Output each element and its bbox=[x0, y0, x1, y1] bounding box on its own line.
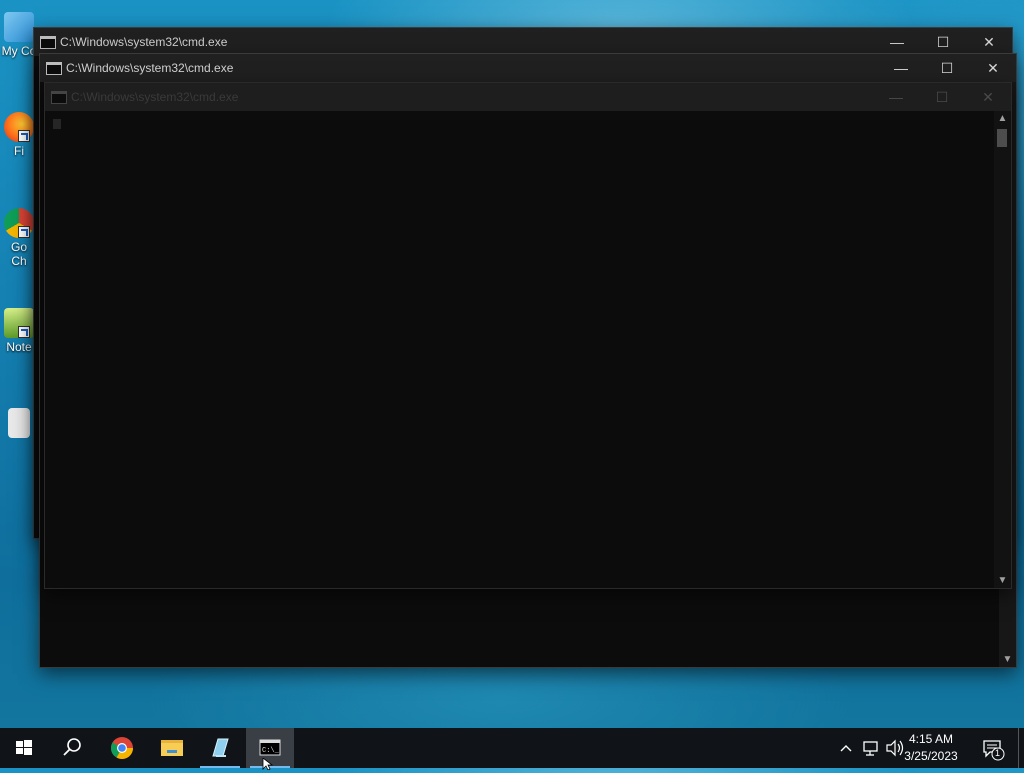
chrome-icon bbox=[111, 737, 133, 759]
scroll-down-icon[interactable]: ▼ bbox=[994, 575, 1011, 586]
computer-icon bbox=[4, 12, 34, 42]
console-area[interactable] bbox=[45, 111, 994, 588]
network-button[interactable] bbox=[860, 728, 882, 768]
vertical-scrollbar[interactable]: ▲ ▼ bbox=[994, 111, 1011, 588]
show-desktop-button[interactable] bbox=[1018, 728, 1024, 768]
taskbar: C:\_ 4:15 AM 3/25/2023 1 bbox=[0, 728, 1024, 770]
cmd-icon bbox=[40, 36, 56, 49]
windows-start-icon bbox=[16, 740, 32, 755]
window-title: C:\Windows\system32\cmd.exe bbox=[66, 61, 234, 75]
search-button[interactable] bbox=[48, 728, 96, 768]
notepad-icon bbox=[4, 308, 34, 338]
mouse-cursor-icon bbox=[262, 758, 274, 770]
svg-text:C:\_: C:\_ bbox=[262, 747, 280, 755]
show-hidden-icons-button[interactable] bbox=[836, 728, 856, 768]
network-icon bbox=[863, 741, 878, 756]
window-title-bar[interactable]: C:\Windows\system32\cmd.exe — ☐ ✕ bbox=[40, 54, 1016, 82]
clock-date: 3/25/2023 bbox=[904, 749, 958, 763]
notification-count-badge: 1 bbox=[995, 748, 1001, 758]
folder-icon bbox=[161, 740, 183, 756]
action-center-button[interactable]: 1 bbox=[978, 728, 1008, 768]
scroll-up-icon[interactable]: ▲ bbox=[994, 113, 1011, 124]
window-title: C:\Windows\system32\cmd.exe bbox=[71, 90, 239, 104]
cmd-icon bbox=[46, 62, 62, 75]
cmd-window-3[interactable]: C:\Windows\system32\cmd.exe — ☐ ✕ ▲ ▼ bbox=[44, 82, 1012, 589]
text-cursor bbox=[53, 119, 61, 129]
window-title-bar[interactable]: C:\Windows\system32\cmd.exe — ☐ ✕ bbox=[34, 28, 1012, 56]
scroll-down-icon[interactable]: ▼ bbox=[999, 654, 1016, 665]
taskbar-app[interactable] bbox=[196, 728, 244, 768]
taskbar-clock[interactable]: 4:15 AM 3/25/2023 bbox=[896, 731, 966, 765]
chrome-icon bbox=[4, 208, 34, 238]
minimize-button[interactable]: — bbox=[874, 28, 920, 56]
firefox-icon bbox=[4, 112, 34, 142]
app-icon bbox=[212, 738, 229, 757]
taskbar-chrome[interactable] bbox=[98, 728, 146, 768]
minimize-button[interactable]: — bbox=[873, 83, 919, 111]
minimize-button[interactable]: — bbox=[878, 54, 924, 82]
maximize-button[interactable]: ☐ bbox=[924, 54, 970, 82]
window-title-bar[interactable]: C:\Windows\system32\cmd.exe — ☐ ✕ bbox=[45, 83, 1011, 111]
close-button[interactable]: ✕ bbox=[965, 83, 1011, 111]
maximize-button[interactable]: ☐ bbox=[920, 28, 966, 56]
close-button[interactable]: ✕ bbox=[966, 28, 1012, 56]
scroll-thumb[interactable] bbox=[997, 129, 1007, 147]
notification-icon bbox=[983, 740, 1005, 761]
taskbar-file-explorer[interactable] bbox=[148, 728, 196, 768]
start-button[interactable] bbox=[0, 728, 48, 768]
cmd-icon bbox=[51, 91, 67, 104]
file-icon bbox=[8, 408, 30, 438]
window-title: C:\Windows\system32\cmd.exe bbox=[60, 35, 228, 49]
close-button[interactable]: ✕ bbox=[970, 54, 1016, 82]
maximize-button[interactable]: ☐ bbox=[919, 83, 965, 111]
chevron-up-icon bbox=[840, 745, 852, 752]
clock-time: 4:15 AM bbox=[908, 732, 954, 746]
search-icon bbox=[63, 738, 81, 756]
